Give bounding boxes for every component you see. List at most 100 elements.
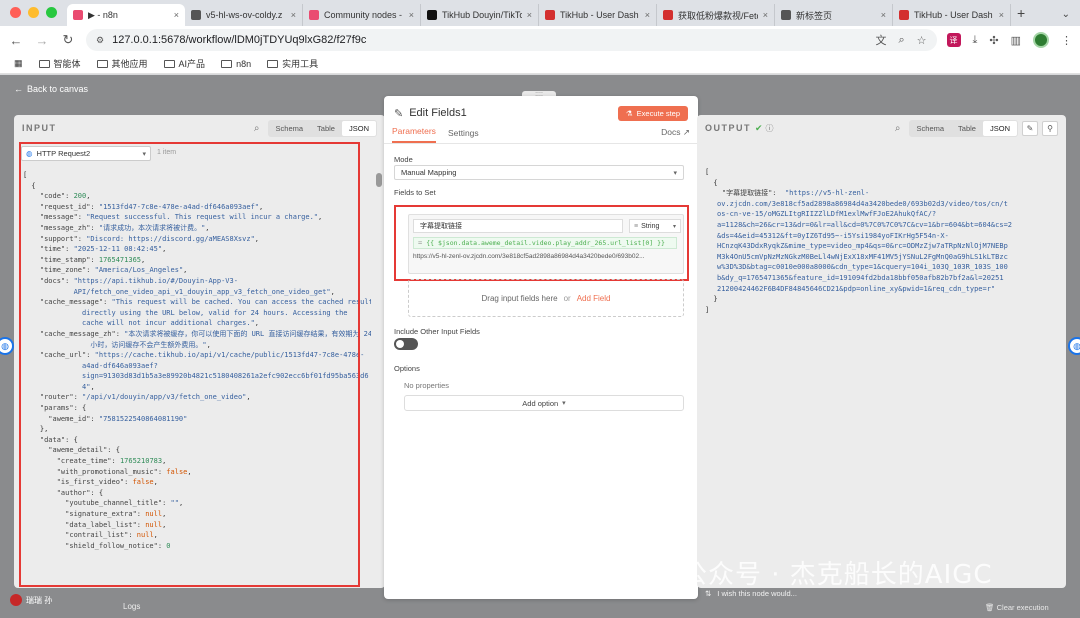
options-label: Options (394, 364, 420, 373)
json-value: "https://v5-hl-zenl- (784, 189, 870, 198)
json-token: [ (705, 168, 710, 176)
site-info-icon[interactable]: ⚙ (96, 35, 104, 46)
view-tab-table[interactable]: Table (310, 121, 342, 136)
output-json-viewer[interactable]: [ { "字幕提取链接": "https://v5-hl-zenl-ov.zjc… (705, 167, 1057, 577)
view-tab-schema[interactable]: Schema (910, 121, 952, 136)
close-tab-icon[interactable]: × (527, 10, 532, 20)
window-controls (0, 7, 67, 26)
bookmark-folder[interactable]: 其他应用 (96, 57, 148, 70)
favicon-icon (73, 10, 83, 20)
json-value: &ds=4&eid=45312&ft=0yIZ6Td95~-i5Ysi1984y… (717, 231, 949, 240)
bookmark-label: AI产品 (178, 59, 206, 69)
add-field-button[interactable]: Add Field (577, 294, 611, 303)
close-window-button[interactable] (10, 7, 21, 18)
pin-data-button[interactable]: ⚲ (1042, 120, 1058, 136)
globe-icon[interactable]: ◍ (1068, 337, 1080, 355)
view-tab-table[interactable]: Table (951, 121, 983, 136)
scrollbar-thumb[interactable] (376, 173, 382, 187)
execute-step-button[interactable]: ⚗ Execute step (617, 105, 688, 121)
extension-icon[interactable]: 译 (946, 33, 961, 47)
view-tab-schema[interactable]: Schema (269, 121, 311, 136)
address-bar[interactable]: ⚙ 127.0.0.1:5678/workflow/lDM0jTDYUq9lxG… (86, 29, 937, 51)
favicon-icon (899, 10, 909, 20)
tab-settings[interactable]: Settings (448, 128, 479, 143)
favicon-icon (191, 10, 201, 20)
clear-execution-button[interactable]: 🗑 Clear execution (985, 603, 1049, 612)
browser-tab[interactable]: TikHub - User Dash × (539, 4, 657, 26)
zoom-icon[interactable]: ⌕ (898, 34, 904, 47)
mode-value: Manual Mapping (401, 168, 457, 177)
logs-toggle[interactable]: Logs (123, 602, 140, 611)
bookmark-star-icon[interactable]: ☆ (917, 34, 927, 47)
zoom-window-button[interactable] (46, 7, 57, 18)
json-value: b&dy_q=1765471365&feature_id=191094fd2bd… (717, 273, 1004, 282)
minimize-window-button[interactable] (28, 7, 39, 18)
add-option-select[interactable]: Add option ▾ (404, 395, 684, 411)
search-icon[interactable]: ⌕ (895, 123, 901, 134)
output-panel-header: OUTPUT ✔ ⓘ ⌕ Schema Table JSON ✎ ⚲ (697, 115, 1066, 141)
back-to-canvas-link[interactable]: ← Back to canvas (14, 84, 88, 94)
browser-tab[interactable]: 新标签页 × (775, 4, 893, 26)
tab-list: ▶ - n8n × v5-hl-ws-ov-coldy.z × Community no… (67, 4, 1011, 26)
browser-tab[interactable]: 获取低粉爆款视/Fetch × (657, 4, 775, 26)
close-tab-icon[interactable]: × (763, 10, 768, 20)
view-tab-json[interactable]: JSON (341, 120, 376, 136)
bookmark-label: 实用工具 (282, 59, 319, 69)
bookmark-folder[interactable]: 实用工具 (267, 57, 318, 70)
puzzle-icon[interactable]: ✣ (989, 34, 998, 47)
watermark-text: 公众号 · 杰克船长的AIGC (681, 560, 993, 590)
docs-link[interactable]: Docs ↗ (661, 127, 690, 143)
omnibox-actions: 文 ⌕ ☆ (875, 32, 926, 48)
close-tab-icon[interactable]: × (409, 10, 414, 20)
json-line: { (705, 178, 1057, 189)
folder-icon (221, 59, 233, 68)
feedback-prompt[interactable]: ⇅ I wish this node would... (705, 589, 797, 598)
user-menu[interactable]: 瑞瑞 孙 (10, 594, 52, 606)
download-icon[interactable]: ⤓ (973, 34, 978, 47)
mode-select[interactable]: Manual Mapping ▾ (394, 165, 684, 180)
input-panel-title: INPUT (22, 123, 57, 133)
reload-icon[interactable]: ↻ (60, 32, 76, 48)
highlight-box-field (394, 205, 689, 281)
json-line: b&dy_q=1765471365&feature_id=191094fd2bd… (705, 273, 1057, 284)
browser-tab[interactable]: Community nodes - × (303, 4, 421, 26)
browser-tab[interactable]: v5-hl-ws-ov-coldy.z × (185, 4, 303, 26)
translate-icon[interactable]: 文 (875, 32, 886, 48)
json-line: M3k4OnU5cmVpNzMzNGkzM0BeLl4wNjExX18xMF41… (705, 252, 1057, 263)
browser-tab[interactable]: ▶ - n8n × (67, 4, 185, 26)
bookmark-folder[interactable]: AI产品 (163, 57, 206, 70)
close-tab-icon[interactable]: × (174, 10, 179, 20)
output-panel-title: OUTPUT (705, 123, 751, 133)
tab-title: TikHub Douyin/TikTo (442, 10, 522, 20)
docs-label: Docs (661, 127, 681, 137)
globe-icon[interactable]: ◍ (0, 337, 14, 355)
tab-parameters[interactable]: Parameters (392, 126, 436, 143)
close-tab-icon[interactable]: × (291, 10, 296, 20)
json-key: "字幕提取链接": (721, 189, 777, 198)
browser-tab[interactable]: TikHub Douyin/TikTo × (421, 4, 539, 26)
view-tab-json[interactable]: JSON (982, 120, 1017, 136)
include-other-label: Include Other Input Fields (394, 327, 480, 336)
include-other-toggle[interactable] (394, 338, 418, 350)
edit-output-button[interactable]: ✎ (1022, 120, 1038, 136)
forward-arrow-icon[interactable]: → (34, 33, 50, 48)
close-tab-icon[interactable]: × (999, 10, 1004, 20)
search-icon[interactable]: ⌕ (254, 123, 260, 134)
bookmark-folder[interactable]: n8n (221, 59, 251, 69)
tab-search-icon[interactable]: ⌄ (1062, 9, 1080, 26)
all-bookmarks-icon[interactable]: ▦ (14, 58, 23, 69)
no-properties-text: No properties (404, 381, 450, 390)
back-arrow-icon[interactable]: ← (8, 33, 24, 48)
node-title[interactable]: Edit Fields1 (409, 107, 466, 119)
close-tab-icon[interactable]: × (881, 10, 886, 20)
sidepanel-icon[interactable]: ▥ (1011, 34, 1021, 47)
json-line: &ds=4&eid=45312&ft=0yIZ6Td95~-i5Ysi1984y… (705, 231, 1057, 242)
bookmark-folder[interactable]: 智能体 (38, 57, 81, 70)
field-drop-zone[interactable]: Drag input fields here or Add Field (408, 279, 684, 317)
add-option-label: Add option (522, 398, 559, 408)
browser-tab[interactable]: TikHub - User Dash × (893, 4, 1011, 26)
close-tab-icon[interactable]: × (645, 10, 650, 20)
profile-avatar[interactable] (1033, 32, 1049, 48)
menu-kebab-icon[interactable]: ⋮ (1061, 34, 1072, 47)
new-tab-button[interactable]: + (1011, 5, 1031, 26)
